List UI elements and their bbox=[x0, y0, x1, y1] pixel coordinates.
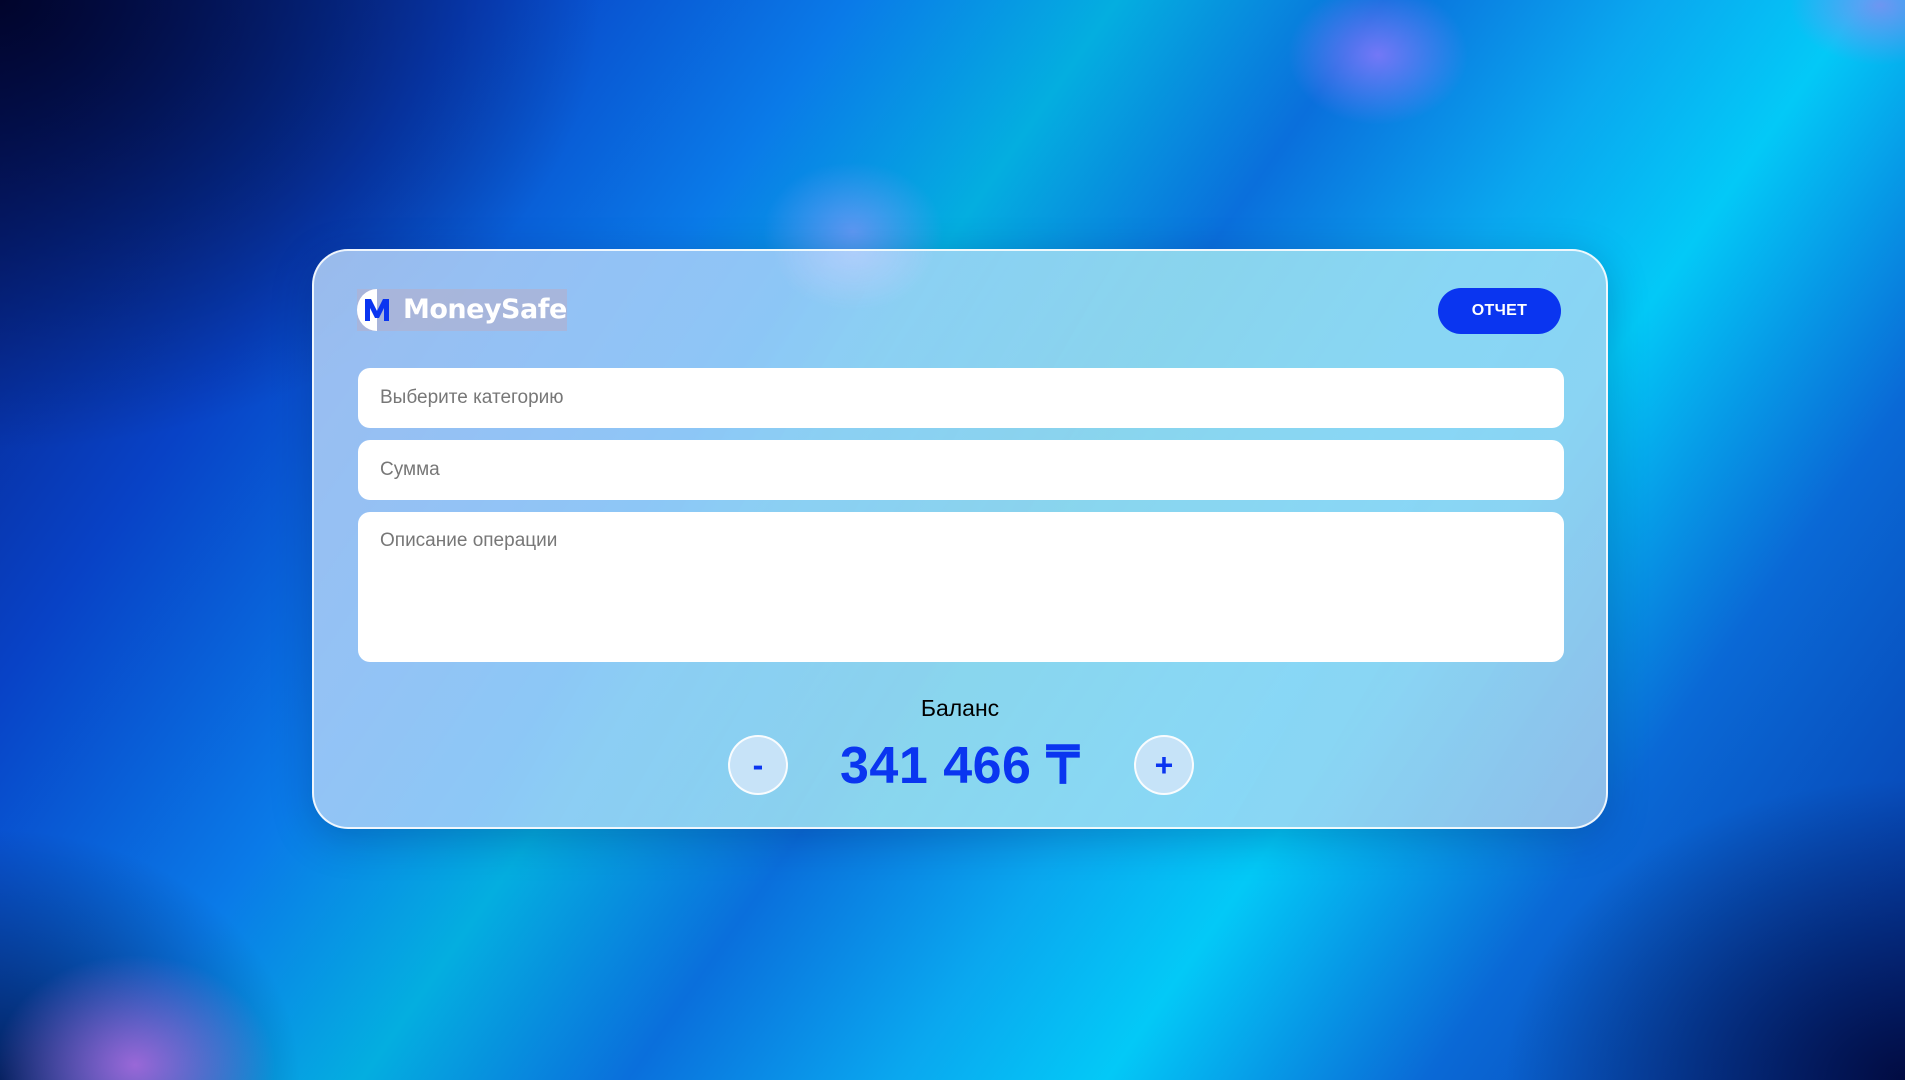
increase-balance-button[interactable]: + bbox=[1134, 735, 1194, 795]
description-textarea[interactable] bbox=[358, 512, 1564, 662]
amount-input[interactable] bbox=[358, 440, 1564, 500]
brand-name: MoneySafe bbox=[403, 294, 567, 325]
app-card: MoneySafe ОТЧЕТ Баланс - 341 466 ₸ + bbox=[312, 249, 1608, 829]
balance-label: Баланс bbox=[920, 695, 1000, 721]
decrease-balance-button[interactable]: - bbox=[728, 735, 788, 795]
category-input[interactable] bbox=[358, 368, 1564, 428]
brand: MoneySafe bbox=[357, 289, 567, 331]
report-button[interactable]: ОТЧЕТ bbox=[1438, 288, 1561, 334]
moneysafe-logo-icon bbox=[357, 289, 397, 331]
balance-value: 341 466 ₸ bbox=[840, 737, 1080, 795]
